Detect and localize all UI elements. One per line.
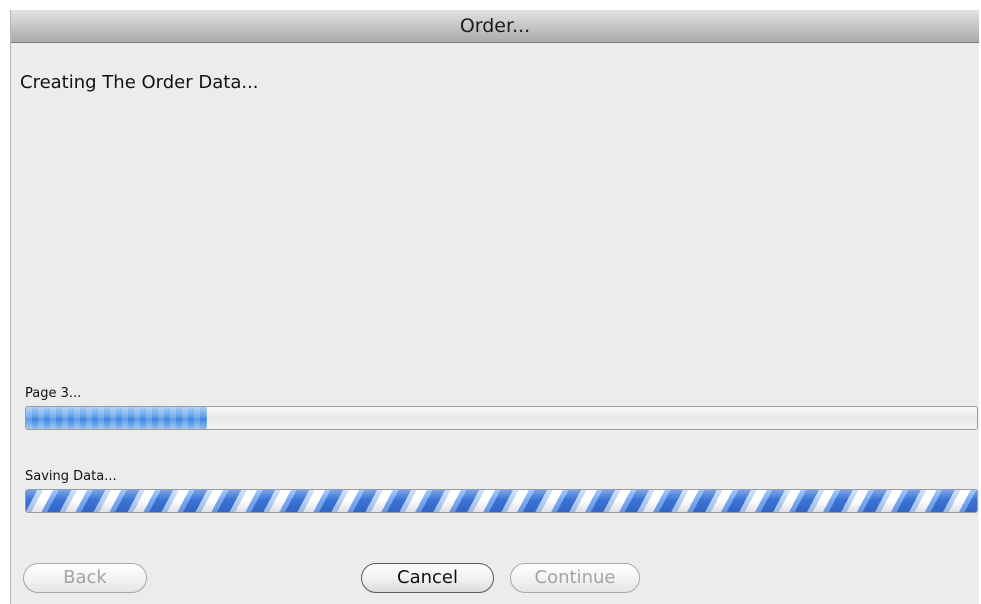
window-title: Order... [459,15,531,37]
order-dialog-window: Order... Creating The Order Data... Page… [10,10,979,604]
window-titlebar[interactable]: Order... [11,10,979,43]
saving-progress-bar [25,489,978,513]
cancel-button[interactable]: Cancel [361,563,494,593]
page-progress-label: Page 3... [25,386,82,401]
page-progress-fill [26,407,207,429]
back-button[interactable]: Back [23,563,147,593]
dialog-heading: Creating The Order Data... [20,72,259,93]
page-progress-bar [25,406,978,430]
continue-button[interactable]: Continue [510,563,640,593]
saving-progress-stripes [26,490,977,512]
saving-progress-label: Saving Data... [25,469,117,484]
